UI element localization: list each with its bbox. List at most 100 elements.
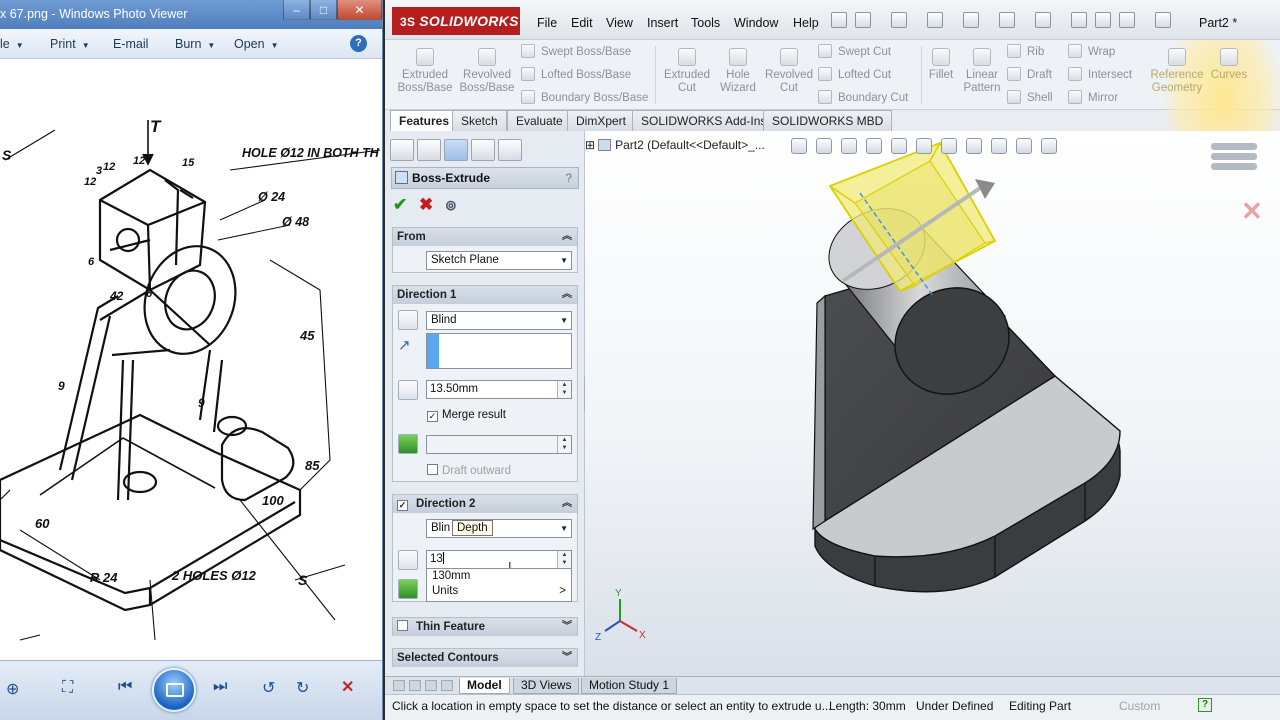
end-condition-select[interactable]: Blind ▼ xyxy=(426,311,572,330)
spin-arrows-icon[interactable]: ▲ ▼ xyxy=(557,381,571,398)
revolved-cut-button[interactable]: Revolved Cut xyxy=(763,48,815,95)
dynamic-annotation-icon[interactable] xyxy=(891,138,907,154)
tab-sketch[interactable]: Sketch xyxy=(452,110,507,131)
delete-icon[interactable]: ✕ xyxy=(341,677,354,697)
new-document-icon[interactable] xyxy=(855,12,871,28)
depth-d2-input[interactable]: 13 ▲ ▼ xyxy=(426,550,572,569)
selected-contours-header[interactable]: Selected Contours ︾ xyxy=(393,649,577,667)
display-manager-icon[interactable] xyxy=(498,139,522,161)
checkbox-icon[interactable] xyxy=(397,620,408,631)
draft-2-icon[interactable] xyxy=(398,579,418,599)
zoom-area-icon[interactable] xyxy=(816,138,832,154)
curves-button[interactable]: Curves xyxy=(1209,48,1249,82)
direction1-header[interactable]: Direction 1 ︽ xyxy=(393,286,577,304)
view-orientation-icon[interactable] xyxy=(916,138,932,154)
draft-icon[interactable] xyxy=(398,434,418,454)
linear-pattern-button[interactable]: Linear Pattern xyxy=(959,48,1005,95)
property-manager-icon[interactable] xyxy=(417,139,441,161)
configuration-manager-icon[interactable] xyxy=(444,139,468,161)
extruded-cut-button[interactable]: Extruded Cut xyxy=(661,48,713,95)
customize-icon[interactable] xyxy=(1155,12,1171,28)
suggestion-130mm[interactable]: 130mm xyxy=(427,569,571,584)
tab-evaluate[interactable]: Evaluate xyxy=(507,110,572,131)
file-properties-icon[interactable] xyxy=(1095,12,1111,28)
revolved-boss-button[interactable]: Revolved Boss/Base xyxy=(459,48,515,95)
menu-email[interactable]: E-mail xyxy=(113,37,148,51)
menu-print[interactable]: Print ▼ xyxy=(50,37,90,51)
previous-icon[interactable]: ⏮ xyxy=(118,678,132,696)
hole-wizard-button[interactable]: Hole Wizard xyxy=(713,48,763,95)
hide-show-icon[interactable] xyxy=(966,138,982,154)
view-settings-icon[interactable] xyxy=(1041,138,1057,154)
cancel-button[interactable]: ✖ xyxy=(419,195,433,215)
merge-result-checkbox[interactable]: ✓ Merge result xyxy=(427,409,506,422)
lofted-boss-button[interactable]: Lofted Boss/Base xyxy=(521,67,631,81)
rotate-right-icon[interactable]: ↻ xyxy=(296,678,309,698)
fillet-button[interactable]: Fillet xyxy=(925,48,957,82)
apply-scene-icon[interactable] xyxy=(1016,138,1032,154)
display-style-icon[interactable] xyxy=(941,138,957,154)
help-icon[interactable]: ? xyxy=(350,35,367,52)
suggestion-units[interactable]: Units > xyxy=(427,584,571,599)
reference-geometry-button[interactable]: Reference Geometry xyxy=(1147,48,1207,95)
boundary-boss-button[interactable]: Boundary Boss/Base xyxy=(521,90,648,104)
photo-viewer-titlebar[interactable]: x 67.png - Windows Photo Viewer – □ ✕ xyxy=(0,0,382,29)
next-icon[interactable]: ⏭ xyxy=(213,678,227,696)
actual-size-icon[interactable]: ⛶ xyxy=(62,679,73,697)
zoom-to-fit-icon[interactable] xyxy=(791,138,807,154)
tab-addins[interactable]: SOLIDWORKS Add-Ins xyxy=(632,110,776,131)
spin-arrows-icon[interactable]: ▲ ▼ xyxy=(557,436,571,453)
rebuild-icon[interactable] xyxy=(1071,12,1087,28)
shell-button[interactable]: Shell xyxy=(1007,90,1053,104)
last-tab-icon[interactable] xyxy=(441,680,453,691)
checkbox-icon[interactable]: ✓ xyxy=(397,500,408,511)
wrap-button[interactable]: Wrap xyxy=(1068,44,1115,58)
cancel-corner-icon[interactable]: ✕ xyxy=(1241,196,1263,227)
section-view-icon[interactable] xyxy=(866,138,882,154)
open-icon[interactable] xyxy=(891,12,907,28)
maximize-button[interactable]: □ xyxy=(310,0,337,20)
menu-view[interactable]: View xyxy=(606,16,633,30)
feature-tree-flyout[interactable]: ⊞ Part2 (Default<<Default>_... xyxy=(585,138,765,152)
lofted-cut-button[interactable]: Lofted Cut xyxy=(818,67,891,81)
menu-window[interactable]: Window xyxy=(734,16,778,30)
thin-feature-header[interactable]: Thin Feature ︾ xyxy=(393,618,577,636)
first-tab-icon[interactable] xyxy=(393,680,405,691)
select-icon[interactable] xyxy=(1035,12,1051,28)
depth-d1-input[interactable]: 13.50mm ▲ ▼ xyxy=(426,380,572,399)
help-icon[interactable]: ? xyxy=(565,168,572,188)
menu-edit[interactable]: Edit xyxy=(571,16,593,30)
options-icon[interactable] xyxy=(1119,12,1135,28)
tab-mbd[interactable]: SOLIDWORKS MBD xyxy=(763,110,893,131)
rib-button[interactable]: Rib xyxy=(1007,44,1044,58)
tab-motion-study[interactable]: Motion Study 1 xyxy=(581,678,678,694)
status-units[interactable]: Custom xyxy=(1119,699,1160,713)
menu-insert[interactable]: Insert xyxy=(647,16,678,30)
swept-cut-button[interactable]: Swept Cut xyxy=(818,44,891,58)
from-header[interactable]: From ︽ xyxy=(393,228,577,246)
help-icon[interactable]: ? xyxy=(1198,698,1212,712)
menu-file[interactable]: File xyxy=(537,16,557,30)
rotate-left-icon[interactable]: ↺ xyxy=(262,678,275,698)
spin-arrows-icon[interactable]: ▲ ▼ xyxy=(557,551,571,568)
extruded-boss-button[interactable]: Extruded Boss/Base xyxy=(397,48,453,95)
close-button[interactable]: ✕ xyxy=(337,0,382,20)
boundary-cut-button[interactable]: Boundary Cut xyxy=(818,90,908,104)
intersect-button[interactable]: Intersect xyxy=(1068,67,1132,81)
slideshow-button[interactable] xyxy=(152,668,196,712)
reverse-direction-icon[interactable] xyxy=(398,310,418,330)
edit-appearance-icon[interactable] xyxy=(991,138,1007,154)
print-icon[interactable] xyxy=(963,12,979,28)
from-select[interactable]: Sketch Plane ▼ xyxy=(426,251,572,270)
pin-icon[interactable] xyxy=(831,12,847,28)
menu-help[interactable]: Help xyxy=(793,16,819,30)
tab-dimxpert[interactable]: DimXpert xyxy=(567,110,636,131)
tab-model[interactable]: Model xyxy=(459,678,510,694)
menu-open[interactable]: Open ▼ xyxy=(234,37,279,51)
draft-outward-checkbox[interactable]: Draft outward xyxy=(427,464,511,477)
previous-view-icon[interactable] xyxy=(841,138,857,154)
ok-button[interactable]: ✔ xyxy=(393,195,407,215)
direction2-header[interactable]: ✓ Direction 2 ︽ xyxy=(393,495,577,513)
zoom-icon[interactable]: ⊕ xyxy=(6,679,19,699)
swept-boss-button[interactable]: Swept Boss/Base xyxy=(521,44,631,58)
